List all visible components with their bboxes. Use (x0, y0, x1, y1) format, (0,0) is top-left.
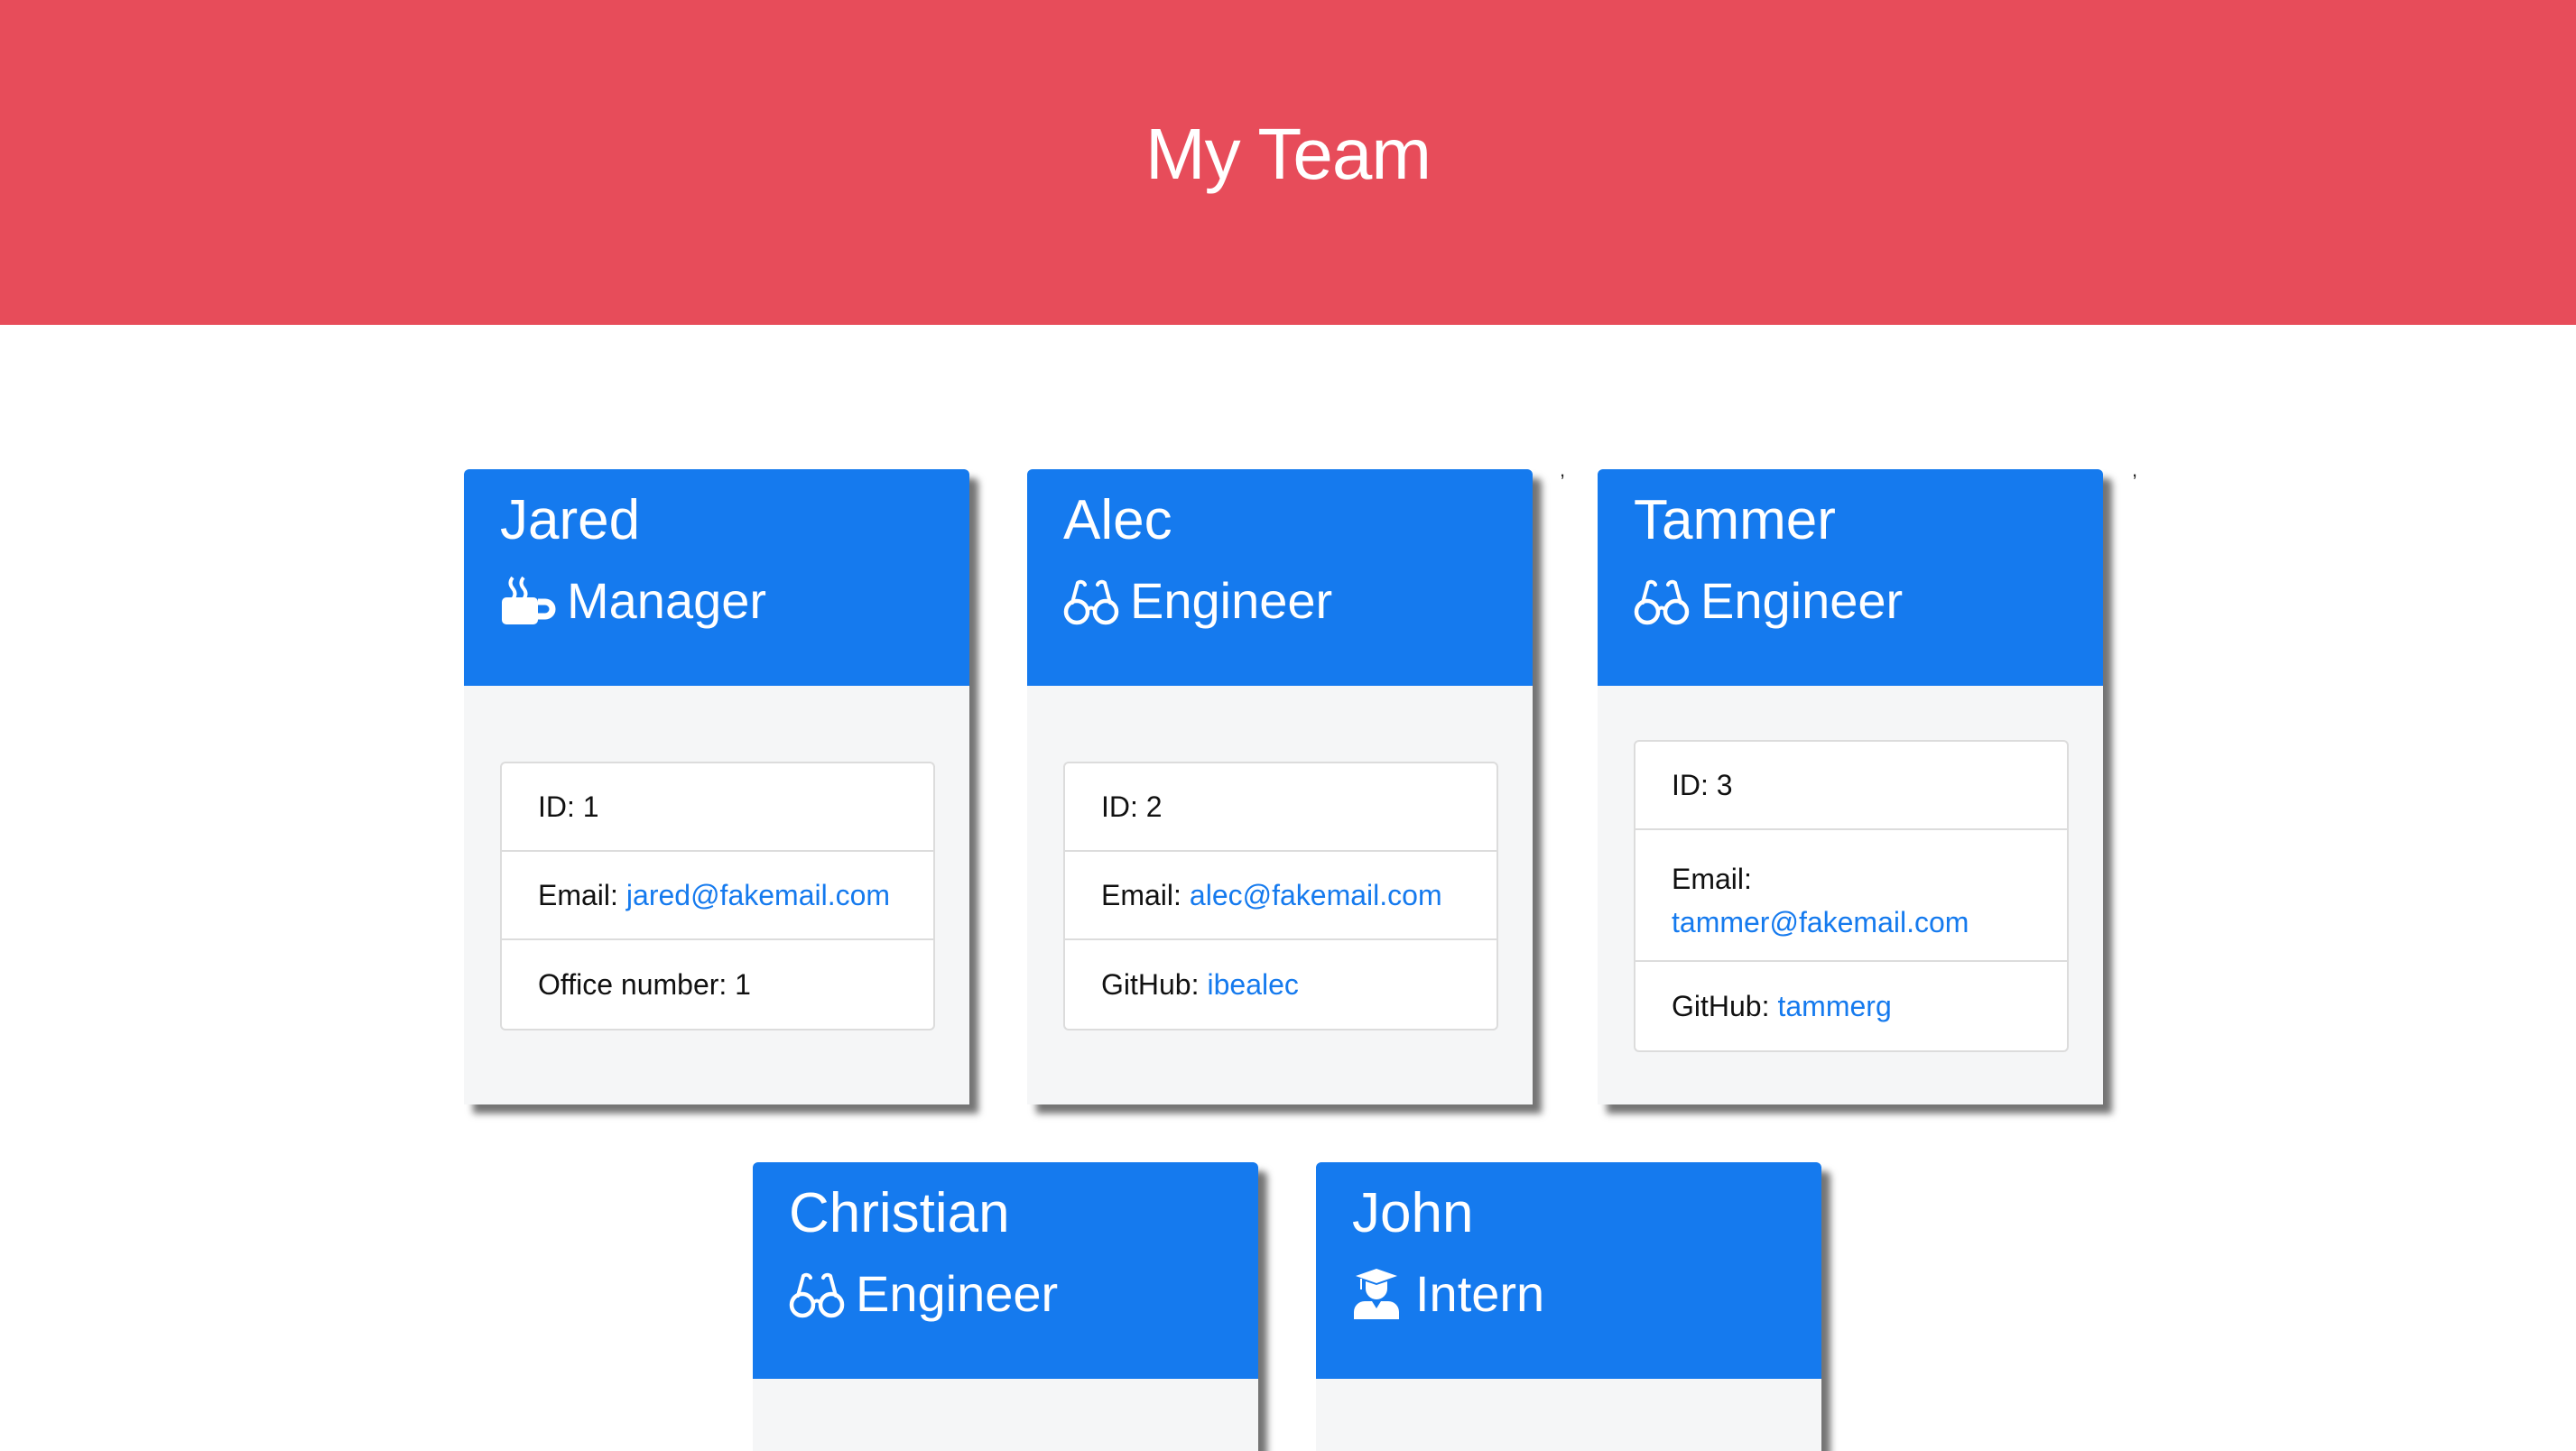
coffee-mug-icon (500, 576, 556, 626)
email-item: Email: alec@fakemail.com (1065, 852, 1496, 940)
glasses-icon (1063, 576, 1119, 626)
office-number-text: Office number: 1 (538, 967, 751, 1001)
page-header: My Team (0, 0, 2576, 325)
glasses-icon (789, 1269, 845, 1319)
card-header: Jared Manager (464, 469, 969, 686)
employee-role: Engineer (789, 1269, 1058, 1319)
employee-card: Tammer Engineer ID: 3 Email: tammer@fake… (1598, 469, 2103, 1104)
email-label: Email: (538, 878, 618, 911)
email-item: Email: tammer@fakemail.com (1635, 830, 2067, 962)
employee-card: Alec Engineer ID: 2 Email: alec@fakemail… (1027, 469, 1533, 1104)
id-item: ID: 1 (502, 763, 933, 852)
email-link[interactable]: alec@fakemail.com (1190, 879, 1442, 912)
employee-name: John (1352, 1182, 1474, 1244)
role-label: Engineer (1700, 572, 1904, 629)
card-header: Christian Engineer (753, 1162, 1258, 1379)
email-label: Email: (1101, 878, 1181, 911)
employee-card: Christian Engineer (753, 1162, 1258, 1451)
employee-name: Jared (500, 489, 641, 551)
email-link[interactable]: jared@fakemail.com (626, 879, 890, 912)
employee-role: Engineer (1634, 576, 1903, 626)
email-label: Email: (1672, 863, 1752, 895)
email-link[interactable]: tammer@fakemail.com (1672, 906, 1969, 938)
employee-info-list: ID: 2 Email: alec@fakemail.com GitHub: i… (1063, 762, 1498, 1030)
id-text: ID: 2 (1101, 790, 1163, 823)
role-label: Manager (567, 572, 767, 629)
employee-name: Tammer (1634, 489, 1836, 551)
github-label: GitHub: (1101, 967, 1200, 1001)
role-label: Intern (1415, 1265, 1545, 1322)
office-number-item: Office number: 1 (502, 940, 933, 1029)
id-text: ID: 3 (1672, 768, 1733, 801)
card-header: John Intern (1316, 1162, 1821, 1379)
stray-mark: , (2132, 458, 2138, 481)
employee-card: Jared Manager ID: 1 Email: jared@fakemai… (464, 469, 969, 1104)
employee-info-list: ID: 3 Email: tammer@fakemail.com GitHub:… (1634, 740, 2069, 1052)
github-link[interactable]: tammerg (1777, 990, 1891, 1023)
github-link[interactable]: ibealec (1207, 968, 1298, 1002)
card-header: Tammer Engineer (1598, 469, 2103, 686)
role-label: Engineer (1130, 572, 1333, 629)
employee-name: Christian (789, 1182, 1010, 1244)
employee-info-list: ID: 1 Email: jared@fakemail.com Office n… (500, 762, 935, 1030)
id-item: ID: 2 (1065, 763, 1496, 852)
graduate-icon (1352, 1269, 1401, 1319)
page-title: My Team (1144, 114, 1432, 194)
email-item: Email: jared@fakemail.com (502, 852, 933, 940)
employee-role: Intern (1352, 1269, 1544, 1319)
glasses-icon (1634, 576, 1690, 626)
id-text: ID: 1 (538, 790, 599, 823)
stray-mark: , (1560, 458, 1566, 481)
employee-card: John Intern (1316, 1162, 1821, 1451)
github-label: GitHub: (1672, 989, 1770, 1022)
github-item: GitHub: ibealec (1065, 940, 1496, 1029)
github-item: GitHub: tammerg (1635, 962, 2067, 1050)
id-item: ID: 3 (1635, 742, 2067, 830)
employee-role: Manager (500, 576, 766, 626)
role-label: Engineer (856, 1265, 1059, 1322)
employee-role: Engineer (1063, 576, 1332, 626)
card-header: Alec Engineer (1027, 469, 1533, 686)
employee-name: Alec (1063, 489, 1172, 551)
